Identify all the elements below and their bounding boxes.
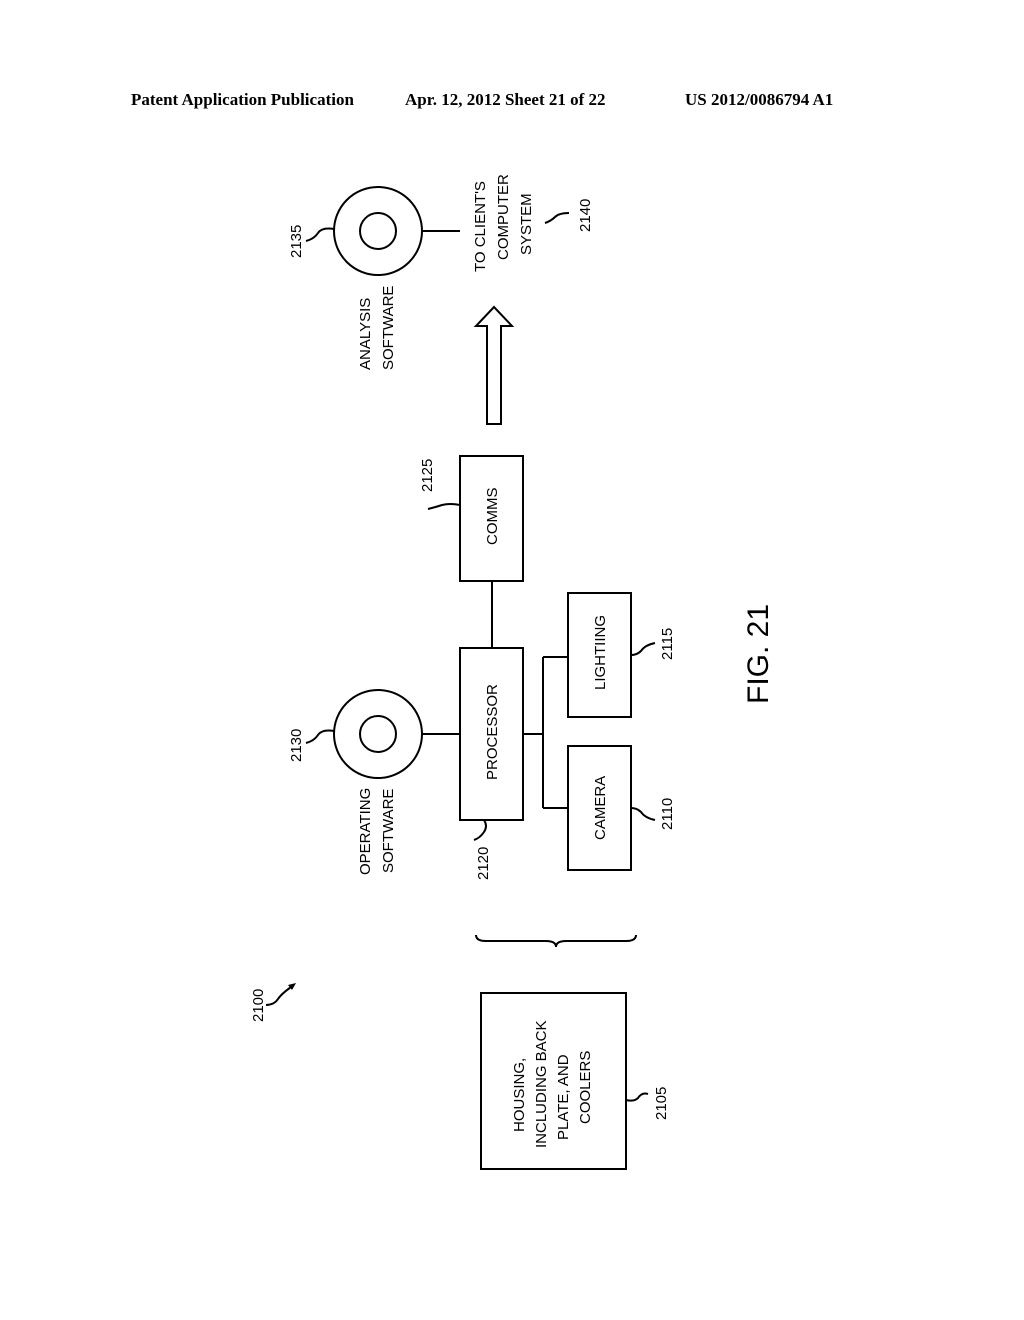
- processor-label: PROCESSOR: [484, 684, 501, 780]
- leader-2135: [305, 227, 335, 242]
- ref-2115: 2115: [659, 628, 676, 660]
- ref-2105: 2105: [653, 1087, 670, 1120]
- operating-software-line-2: SOFTWARE: [380, 789, 397, 873]
- leader-2125: [427, 503, 461, 510]
- figure-label: FIG. 21: [742, 604, 775, 704]
- operating-software-disc: [333, 689, 423, 779]
- analysis-software-disc-hole: [359, 212, 397, 250]
- housing-block: [480, 992, 627, 1170]
- client-line-3: SYSTEM: [518, 193, 535, 255]
- lighting-label: LIGHTIING: [592, 615, 609, 690]
- figure-21-diagram: 2135 ANALYSIS SOFTWARE TO CLIENT'S COMPU…: [250, 174, 775, 1170]
- housing-line-3: PLATE, AND: [555, 1054, 572, 1140]
- ref-2140: 2140: [577, 199, 594, 232]
- ref-2120: 2120: [475, 847, 492, 880]
- housing-line-4: COOLERS: [577, 1051, 594, 1124]
- ref-2125: 2125: [419, 459, 436, 492]
- analysis-software-line-2: SOFTWARE: [380, 286, 397, 370]
- leader-2105: [625, 1092, 649, 1102]
- operating-software-line-1: OPERATING: [357, 788, 374, 875]
- operating-software-disc-hole: [359, 715, 397, 753]
- leader-2120: [473, 819, 487, 841]
- grouping-brace: [475, 934, 637, 948]
- ref-2135: 2135: [288, 225, 305, 258]
- client-line-2: COMPUTER: [495, 174, 512, 260]
- housing-line-2: INCLUDING BACK: [533, 1020, 550, 1148]
- leader-2140: [544, 212, 570, 224]
- leader-2110: [630, 807, 656, 821]
- ref-2130: 2130: [288, 729, 305, 762]
- client-line-1: TO CLIENT'S: [472, 181, 489, 272]
- analysis-software-disc: [333, 186, 423, 276]
- camera-label: CAMERA: [592, 776, 609, 840]
- ref-2100: 2100: [250, 989, 267, 1022]
- housing-line-1: HOUSING,: [511, 1058, 528, 1132]
- leader-2115: [630, 642, 656, 656]
- leader-2130: [305, 729, 335, 744]
- output-arrow: [473, 305, 515, 425]
- comms-label: COMMS: [484, 488, 501, 546]
- ref-2110: 2110: [659, 798, 676, 830]
- leader-2100: [265, 984, 295, 1006]
- analysis-software-line-1: ANALYSIS: [357, 298, 374, 370]
